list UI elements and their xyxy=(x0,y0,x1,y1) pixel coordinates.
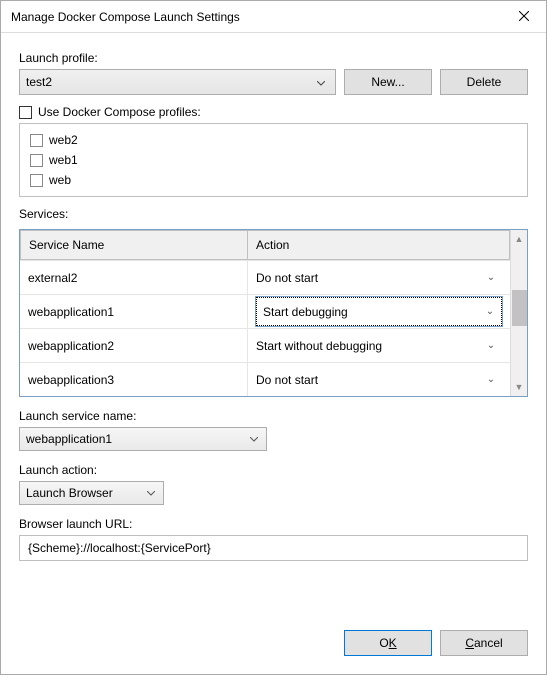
chevron-down-icon xyxy=(246,434,262,445)
service-name-cell[interactable]: webapplication2 xyxy=(20,329,248,362)
window-title: Manage Docker Compose Launch Settings xyxy=(11,10,240,24)
profile-name: web xyxy=(49,173,71,187)
compose-profile-item[interactable]: web xyxy=(30,170,517,190)
service-name-cell[interactable]: external2 xyxy=(20,261,248,294)
services-scrollbar[interactable]: ▲ ▼ xyxy=(510,230,527,396)
profile-name: web2 xyxy=(49,133,78,147)
service-action-value: Start debugging xyxy=(263,305,348,319)
cancel-button[interactable]: Cancel xyxy=(440,630,528,656)
launch-service-label: Launch service name: xyxy=(19,409,528,423)
browser-url-label: Browser launch URL: xyxy=(19,517,528,531)
launch-profile-value: test2 xyxy=(26,75,313,89)
chevron-down-icon: ⌄ xyxy=(483,306,497,317)
profile-checkbox[interactable] xyxy=(30,174,43,187)
service-action-dropdown[interactable]: Do not start ⌄ xyxy=(256,261,502,294)
use-profiles-label: Use Docker Compose profiles: xyxy=(38,105,201,119)
launch-service-dropdown[interactable]: webapplication1 xyxy=(19,427,267,451)
chevron-down-icon: ⌄ xyxy=(484,374,498,385)
service-action-value: Do not start xyxy=(256,373,318,387)
compose-profiles-list: web2 web1 web xyxy=(19,123,528,197)
scroll-down-icon[interactable]: ▼ xyxy=(515,382,524,392)
service-action-value: Do not start xyxy=(256,271,318,285)
chevron-down-icon: ⌄ xyxy=(484,272,498,283)
service-action-dropdown[interactable]: Start without debugging ⌄ xyxy=(256,329,502,362)
service-action-cell: Do not start ⌄ xyxy=(248,261,510,294)
services-table: Service Name Action external2Do not star… xyxy=(19,229,528,397)
services-header-name[interactable]: Service Name xyxy=(20,230,248,260)
close-button[interactable] xyxy=(501,1,546,33)
browser-url-value: {Scheme}://localhost:{ServicePort} xyxy=(28,541,211,555)
chevron-down-icon: ⌄ xyxy=(484,340,498,351)
table-row: external2 Do not start ⌄ xyxy=(20,260,510,294)
launch-action-dropdown[interactable]: Launch Browser xyxy=(19,481,164,505)
compose-profile-item[interactable]: web1 xyxy=(30,150,517,170)
chevron-down-icon xyxy=(143,488,159,499)
service-action-dropdown[interactable]: Start debugging ⌄ xyxy=(256,297,502,326)
use-profiles-checkbox[interactable] xyxy=(19,106,32,119)
service-action-cell: Do not start ⌄ xyxy=(248,363,510,396)
service-name-cell[interactable]: webapplication1 xyxy=(20,295,248,328)
browser-url-input[interactable]: {Scheme}://localhost:{ServicePort} xyxy=(19,535,528,561)
services-header-action[interactable]: Action xyxy=(248,230,510,260)
table-row: webapplication2 Start without debugging ⌄ xyxy=(20,328,510,362)
launch-profile-dropdown[interactable]: test2 xyxy=(19,69,336,95)
profile-checkbox[interactable] xyxy=(30,134,43,147)
compose-profile-item[interactable]: web2 xyxy=(30,130,517,150)
launch-profile-label: Launch profile: xyxy=(19,51,528,65)
table-row: webapplication3 Do not start ⌄ xyxy=(20,362,510,396)
profile-checkbox[interactable] xyxy=(30,154,43,167)
delete-button[interactable]: Delete xyxy=(440,69,528,95)
scroll-up-icon[interactable]: ▲ xyxy=(515,234,524,244)
table-row: webapplication1 Start debugging ⌄ xyxy=(20,294,510,328)
service-action-dropdown[interactable]: Do not start ⌄ xyxy=(256,363,502,396)
service-action-value: Start without debugging xyxy=(256,339,382,353)
chevron-down-icon xyxy=(313,75,329,89)
scroll-thumb[interactable] xyxy=(512,290,527,326)
services-label: Services: xyxy=(19,207,528,221)
launch-action-label: Launch action: xyxy=(19,463,528,477)
launch-service-value: webapplication1 xyxy=(26,432,246,446)
ok-button[interactable]: OK xyxy=(344,630,432,656)
service-action-cell: Start debugging ⌄ xyxy=(248,295,510,328)
new-button[interactable]: New... xyxy=(344,69,432,95)
launch-action-value: Launch Browser xyxy=(26,486,143,500)
service-name-cell[interactable]: webapplication3 xyxy=(20,363,248,396)
profile-name: web1 xyxy=(49,153,78,167)
close-icon xyxy=(519,10,529,24)
service-action-cell: Start without debugging ⌄ xyxy=(248,329,510,362)
